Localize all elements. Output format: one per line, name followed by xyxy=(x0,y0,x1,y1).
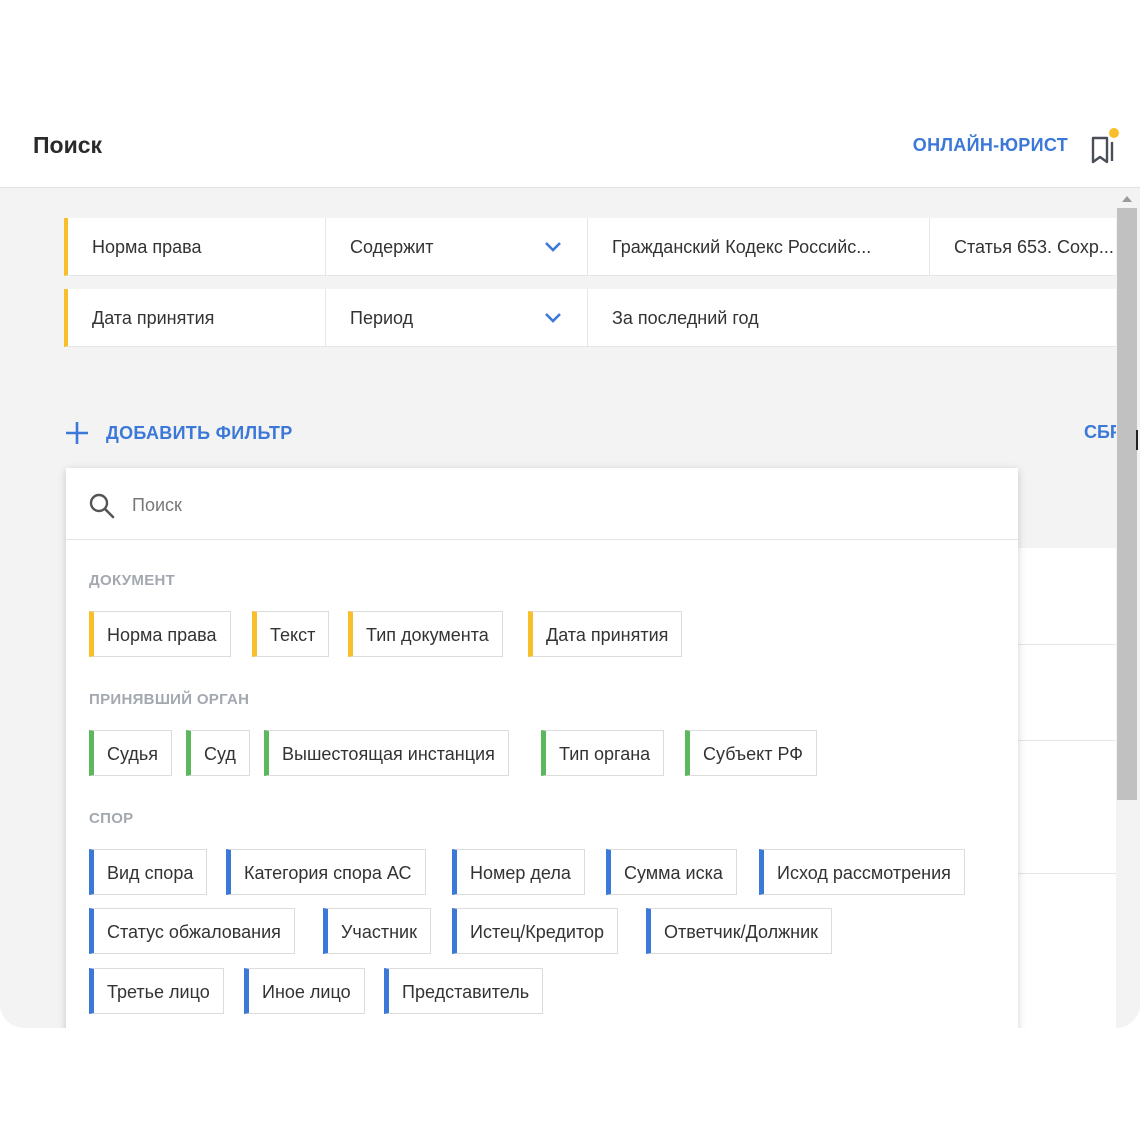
bookmark-icon xyxy=(1091,128,1119,164)
filter-operator-value: Период xyxy=(350,308,414,328)
chip-outcome[interactable]: Исход рассмотрения xyxy=(759,849,965,895)
app-window: Поиск ОНЛАЙН-ЮРИСТ Норма права Содержит … xyxy=(0,110,1140,1028)
filter-search-input[interactable] xyxy=(130,486,974,524)
search-icon xyxy=(89,493,115,519)
online-lawyer-link[interactable]: ОНЛАЙН-ЮРИСТ xyxy=(913,135,1068,156)
chip-case-number[interactable]: Номер дела xyxy=(452,849,585,895)
add-filter-button[interactable]: ДОБАВИТЬ ФИЛЬТР xyxy=(64,413,293,453)
chevron-down-icon xyxy=(545,313,561,323)
filters-area: Норма права Содержит Гражданский Кодекс … xyxy=(0,188,1140,1028)
bookmarks-button[interactable] xyxy=(1088,126,1122,166)
filter-value-extra[interactable]: Статья 653. Сохр... xyxy=(930,218,1116,276)
filter-operator-value: Содержит xyxy=(350,237,434,257)
filter-row-norm: Норма права Содержит Гражданский Кодекс … xyxy=(64,218,1116,276)
add-filter-label: ДОБАВИТЬ ФИЛЬТР xyxy=(106,422,293,443)
notification-dot xyxy=(1109,128,1119,138)
filter-picker-dropdown: ДОКУМЕНТ Норма права Текст Тип документа… xyxy=(66,468,1018,1028)
filter-field[interactable]: Дата принятия xyxy=(68,289,326,347)
chip-plaintiff[interactable]: Истец/Кредитор xyxy=(452,908,619,954)
chip-norm[interactable]: Норма права xyxy=(89,611,231,657)
section-title-document: ДОКУМЕНТ xyxy=(89,572,176,589)
chip-third-party[interactable]: Третье лицо xyxy=(89,968,224,1014)
chip-text[interactable]: Текст xyxy=(252,611,330,657)
scrollbar-thumb[interactable] xyxy=(1117,208,1137,800)
chip-appeal-status[interactable]: Статус обжалования xyxy=(89,908,295,954)
chevron-down-icon xyxy=(545,242,561,252)
filter-row-date: Дата принятия Период За последний год xyxy=(64,289,1116,347)
text-cursor xyxy=(1136,430,1138,450)
scroll-up-arrow[interactable] xyxy=(1122,196,1132,202)
header: Поиск ОНЛАЙН-ЮРИСТ xyxy=(0,110,1140,188)
divider xyxy=(1018,873,1118,874)
chip-judge[interactable]: Судья xyxy=(89,730,173,776)
filter-field[interactable]: Норма права xyxy=(68,218,326,276)
filter-search xyxy=(66,468,1018,540)
chip-defendant[interactable]: Ответчик/Должник xyxy=(646,908,832,954)
divider xyxy=(1018,644,1118,645)
filter-value[interactable]: Гражданский Кодекс Российс... xyxy=(588,218,930,276)
page-title: Поиск xyxy=(33,132,103,158)
filter-operator-select[interactable]: Содержит xyxy=(326,218,588,276)
chip-dispute-type[interactable]: Вид спора xyxy=(89,849,208,895)
chip-higher-instance[interactable]: Вышестоящая инстанция xyxy=(264,730,509,776)
chip-participant[interactable]: Участник xyxy=(323,908,431,954)
chip-representative[interactable]: Представитель xyxy=(384,968,544,1014)
section-title-organ: ПРИНЯВШИЙ ОРГАН xyxy=(89,691,250,708)
chip-region[interactable]: Субъект РФ xyxy=(685,730,817,776)
filter-value[interactable]: За последний год xyxy=(588,289,1116,347)
chip-claim-amount[interactable]: Сумма иска xyxy=(606,849,737,895)
chip-doc-type[interactable]: Тип документа xyxy=(348,611,503,657)
results-panel xyxy=(1018,548,1118,1028)
chip-other-person[interactable]: Иное лицо xyxy=(244,968,365,1014)
chip-dispute-category[interactable]: Категория спора АС xyxy=(226,849,426,895)
chip-adoption-date[interactable]: Дата принятия xyxy=(528,611,683,657)
section-title-dispute: СПОР xyxy=(89,810,134,827)
chip-court[interactable]: Суд xyxy=(186,730,250,776)
divider xyxy=(1018,740,1118,741)
filter-operator-select[interactable]: Период xyxy=(326,289,588,347)
plus-icon xyxy=(66,422,88,444)
chip-organ-type[interactable]: Тип органа xyxy=(541,730,665,776)
